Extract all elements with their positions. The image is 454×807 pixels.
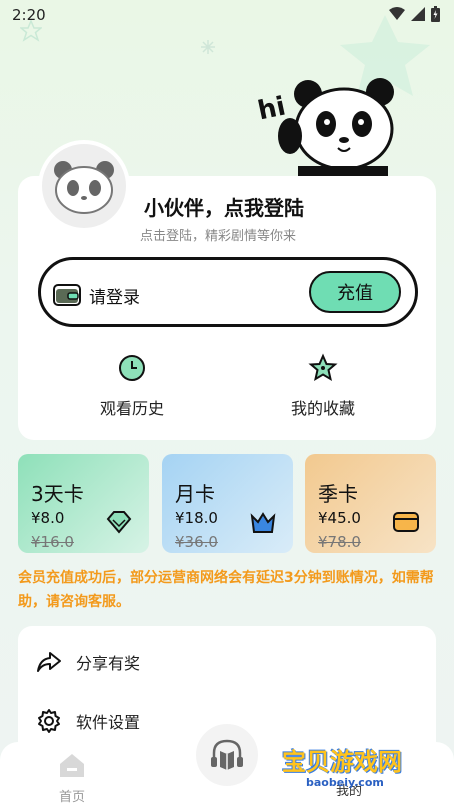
decorative-star-icon xyxy=(20,20,42,42)
headphones-book-icon xyxy=(211,739,243,770)
watch-history-button[interactable]: 观看历史 xyxy=(72,353,192,419)
vip-name: 3天卡 xyxy=(31,482,84,506)
vip-original-price: ¥36.0 xyxy=(175,533,218,551)
my-favorites-button[interactable]: 我的收藏 xyxy=(263,353,383,419)
nav-home-label: 首页 xyxy=(58,790,85,805)
watch-history-label: 观看历史 xyxy=(99,399,164,418)
star-icon xyxy=(308,353,338,382)
vip-name: 季卡 xyxy=(318,482,358,506)
crown-icon xyxy=(250,512,276,533)
theater-center-button[interactable] xyxy=(192,720,262,790)
settings-gear-icon xyxy=(38,709,60,733)
vip-card-3day[interactable]: 3天卡 ¥8.0 ¥16.0 xyxy=(18,454,149,553)
avatar[interactable] xyxy=(38,140,130,232)
history-clock-icon xyxy=(119,355,145,381)
vip-price: ¥8.0 xyxy=(31,509,65,527)
recharge-notice: 会员充值成功后，部分运营商网络会有延迟3分钟到账情况，如需帮助，请咨询客服。 xyxy=(18,570,434,610)
my-favorites-label: 我的收藏 xyxy=(290,399,355,418)
watermark-title: 宝贝游戏网 xyxy=(282,748,402,776)
login-title[interactable]: 小伙伴，点我登陆 xyxy=(144,192,304,221)
menu-item-settings-label: 软件设置 xyxy=(76,713,141,732)
menu-item-share[interactable]: 分享有奖 xyxy=(36,650,140,674)
card-icon xyxy=(393,512,419,532)
vip-card-month[interactable]: 月卡 ¥18.0 ¥36.0 xyxy=(162,454,293,553)
menu-item-settings[interactable]: 软件设置 xyxy=(36,708,140,734)
wallet-login-label: 请登录 xyxy=(89,288,140,308)
recharge-button[interactable]: 充值 xyxy=(309,271,401,313)
share-icon xyxy=(37,652,61,672)
vip-original-price: ¥16.0 xyxy=(31,533,74,551)
login-subtitle: 点击登陆，精彩剧情等你来 xyxy=(140,229,297,244)
decorative-sparkle-icon xyxy=(201,40,215,54)
panda-avatar-icon xyxy=(54,161,114,214)
vip-name: 月卡 xyxy=(175,482,215,506)
vip-price: ¥18.0 xyxy=(175,509,218,527)
vip-card-season[interactable]: 季卡 ¥45.0 ¥78.0 xyxy=(305,454,436,553)
watermark-url: baobeiy.com xyxy=(306,776,384,789)
watermark-logo: 宝贝游戏网 baobeiy.com xyxy=(282,742,432,802)
vip-original-price: ¥78.0 xyxy=(318,533,361,551)
wallet-bar[interactable]: 请登录 充值 xyxy=(38,257,418,327)
diamond-icon xyxy=(106,511,132,534)
wallet-icon xyxy=(53,284,81,306)
panda-mascot-icon xyxy=(278,78,394,184)
nav-home[interactable]: 首页 xyxy=(50,752,94,805)
home-icon xyxy=(60,754,84,777)
vip-price: ¥45.0 xyxy=(318,509,361,527)
menu-item-share-label: 分享有奖 xyxy=(76,654,141,673)
